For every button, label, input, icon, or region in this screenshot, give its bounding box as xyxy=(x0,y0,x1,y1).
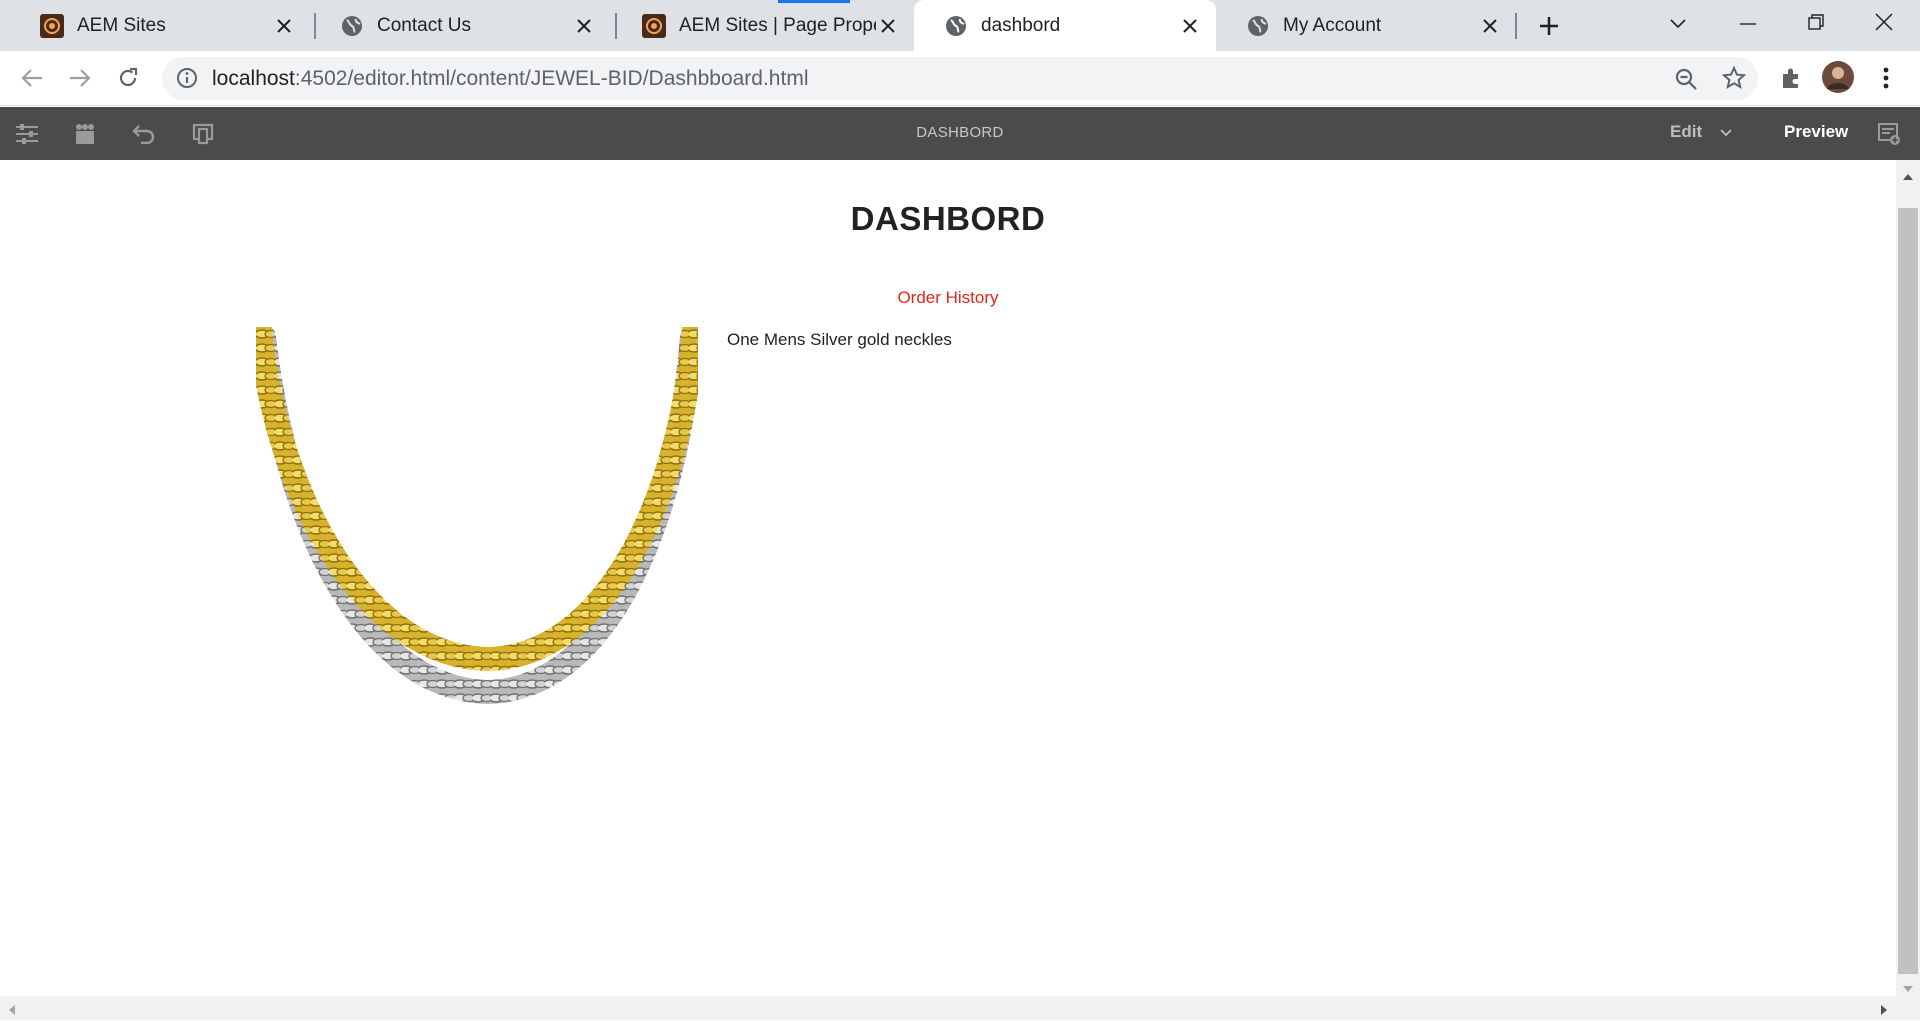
close-window-icon[interactable] xyxy=(1866,4,1902,40)
browser-menu-icon[interactable] xyxy=(1868,60,1904,96)
aem-editor-toolbar: DASHBORD Edit Preview xyxy=(0,107,1920,160)
tab-separator xyxy=(1515,13,1517,39)
product-description: One Mens Silver gold neckles xyxy=(727,330,952,349)
editor-page-name: DASHBORD xyxy=(916,124,1004,141)
tab-title: Contact Us xyxy=(377,14,471,36)
tab-title: AEM Sites xyxy=(77,14,166,36)
tab-aem-page-properties[interactable]: AEM Sites | Page Properti xyxy=(612,0,914,51)
globe-icon xyxy=(340,14,364,38)
url-path: :4502/editor.html/content/JEWEL-BID/Dash… xyxy=(294,67,809,90)
extensions-puzzle-icon[interactable] xyxy=(1773,60,1809,96)
back-icon[interactable] xyxy=(14,60,50,96)
aem-icon xyxy=(642,13,666,38)
horizontal-scrollbar[interactable] xyxy=(0,996,1920,1020)
tab-aem-sites[interactable]: AEM Sites xyxy=(10,0,310,51)
restore-icon[interactable] xyxy=(1798,4,1834,40)
bookmark-star-icon[interactable] xyxy=(1721,65,1747,95)
tab-title: dashbord xyxy=(981,14,1061,36)
scroll-up-arrow-icon[interactable] xyxy=(1902,168,1914,186)
annotate-icon[interactable] xyxy=(1874,119,1904,149)
vertical-scrollbar[interactable] xyxy=(1896,160,1920,996)
scroll-left-arrow-icon[interactable] xyxy=(8,1003,16,1021)
globe-icon xyxy=(944,14,968,38)
forward-icon[interactable] xyxy=(62,60,98,96)
product-image xyxy=(248,317,706,714)
minimize-icon[interactable] xyxy=(1730,6,1766,42)
mode-label: Edit xyxy=(1670,122,1703,141)
tab-loading-indicator xyxy=(778,0,850,3)
tab-title: AEM Sites | Page Properti xyxy=(679,14,876,36)
close-icon[interactable] xyxy=(1478,14,1502,38)
vertical-scroll-thumb[interactable] xyxy=(1898,208,1918,974)
close-icon[interactable] xyxy=(572,14,596,38)
close-icon[interactable] xyxy=(1178,14,1202,38)
url-text: localhost:4502/editor.html/content/JEWEL… xyxy=(212,67,808,91)
mode-selector[interactable]: Edit xyxy=(1670,122,1732,142)
tab-my-account[interactable]: My Account xyxy=(1216,0,1516,51)
reload-icon[interactable] xyxy=(110,60,146,96)
tab-title: My Account xyxy=(1283,14,1382,36)
browser-toolbar: localhost:4502/editor.html/content/JEWEL… xyxy=(0,51,1920,106)
zoom-icon[interactable] xyxy=(1674,67,1698,96)
page-viewport: DASHBORD Order History One Mens Silver g… xyxy=(0,160,1896,996)
page-title: DASHBORD xyxy=(850,200,1046,237)
close-icon[interactable] xyxy=(272,14,296,38)
address-bar[interactable]: localhost:4502/editor.html/content/JEWEL… xyxy=(162,57,1758,100)
globe-icon xyxy=(1246,14,1270,38)
new-tab-plus-icon[interactable] xyxy=(1531,8,1567,44)
tab-search-chevron-icon[interactable] xyxy=(1660,6,1696,42)
site-info-icon[interactable] xyxy=(176,67,198,94)
order-history-link[interactable]: Order History xyxy=(0,288,1896,308)
scroll-right-arrow-icon[interactable] xyxy=(1880,1003,1888,1021)
chevron-down-icon xyxy=(1720,122,1732,142)
preview-button[interactable]: Preview xyxy=(1784,122,1848,142)
close-icon[interactable] xyxy=(876,14,900,38)
tab-contact-us[interactable]: Contact Us xyxy=(310,0,610,51)
browser-tab-strip: AEM Sites Contact Us AEM Sites | Page Pr… xyxy=(0,0,1920,51)
aem-icon xyxy=(40,13,64,38)
avatar[interactable] xyxy=(1820,59,1856,95)
url-host: localhost xyxy=(212,67,295,90)
tab-dashbord[interactable]: dashbord xyxy=(914,0,1216,51)
